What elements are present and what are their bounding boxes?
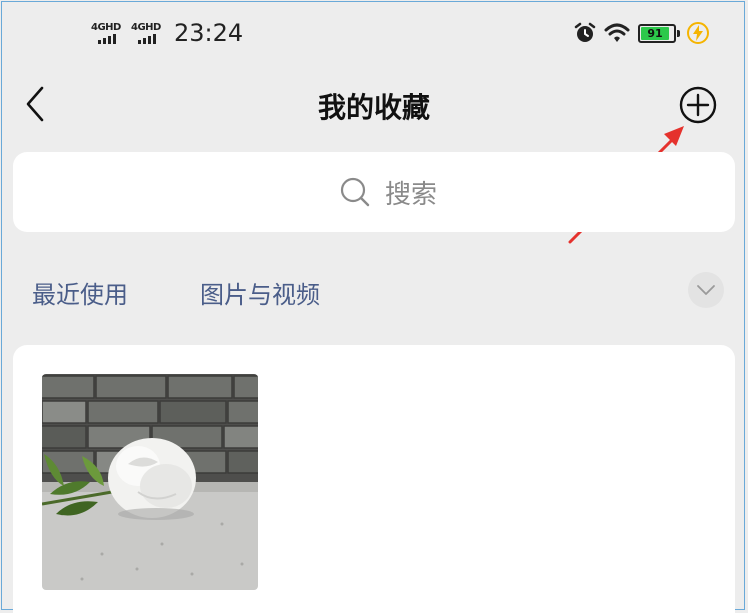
chevron-down-icon xyxy=(697,285,715,295)
tab-recent[interactable]: 最近使用 xyxy=(32,275,128,310)
wifi-icon xyxy=(604,23,630,42)
battery-icon: 91 xyxy=(638,24,680,43)
add-circle-icon[interactable] xyxy=(679,86,717,124)
tab-images-videos[interactable]: 图片与视频 xyxy=(200,275,320,310)
expand-tabs-button[interactable] xyxy=(688,272,724,308)
charging-icon xyxy=(687,22,709,44)
photo-white-rose xyxy=(42,374,258,590)
status-bar: 4GHD 4GHD 23:24 91 xyxy=(0,0,748,68)
battery-level: 91 xyxy=(647,27,663,40)
signal-label-2: 4GHD xyxy=(131,22,161,33)
search-placeholder: 搜索 xyxy=(385,180,438,210)
signal-indicator-2: 4GHD xyxy=(131,22,167,48)
signal-bars-icon xyxy=(138,34,162,44)
signal-bars-icon xyxy=(98,34,122,44)
favorite-item-image[interactable] xyxy=(42,374,258,590)
search-icon xyxy=(340,177,370,207)
alarm-icon xyxy=(574,22,596,42)
status-time: 23:24 xyxy=(174,19,244,47)
signal-label-1: 4GHD xyxy=(91,22,121,33)
signal-indicator-1: 4GHD xyxy=(91,22,127,48)
search-bar[interactable]: 搜索 xyxy=(13,152,735,232)
